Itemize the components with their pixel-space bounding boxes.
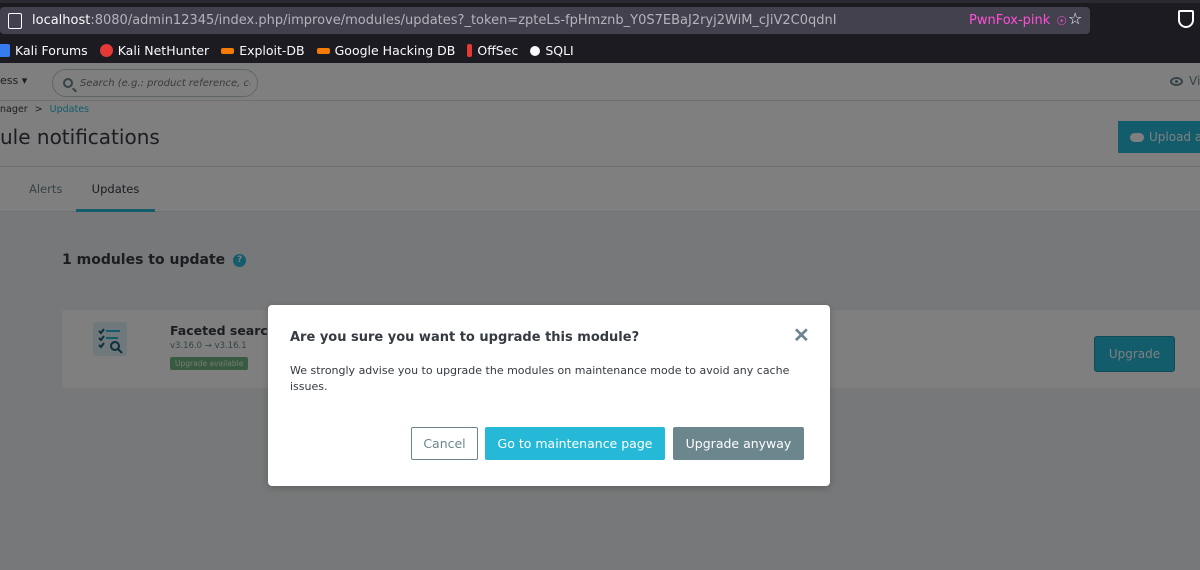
- bookmark-exploit-db[interactable]: Exploit-DB: [221, 43, 305, 58]
- bookmark-label: Exploit-DB: [239, 43, 305, 58]
- kali-nethunter-icon: [99, 44, 113, 57]
- modal-body: We strongly advise you to upgrade the mo…: [290, 364, 790, 393]
- shield-icon[interactable]: [1178, 10, 1194, 28]
- bookmark-label: Google Hacking DB: [334, 43, 456, 58]
- close-icon[interactable]: ✕: [793, 323, 810, 348]
- fingerprint-icon: ☉: [1056, 13, 1068, 28]
- container-label: PwnFox-pink: [969, 13, 1051, 28]
- kali-forums-icon: [0, 44, 10, 57]
- bookmark-offsec[interactable]: OffSec: [467, 43, 518, 58]
- upgrade-anyway-button[interactable]: Upgrade anyway: [673, 427, 804, 460]
- bookmarks-bar: Kali Forums Kali NetHunter Exploit-DB Go…: [0, 38, 1200, 63]
- bookmark-kali-forums[interactable]: Kali Forums: [0, 43, 88, 58]
- bookmark-sqli[interactable]: SQLI: [530, 43, 574, 58]
- bookmark-star-icon[interactable]: ☆: [1068, 9, 1082, 28]
- confirm-upgrade-modal: Are you sure you want to upgrade this mo…: [268, 305, 830, 486]
- container-indicator[interactable]: PwnFox-pink ☉: [969, 13, 1067, 28]
- sqli-icon: [530, 45, 541, 56]
- bookmark-label: SQLI: [545, 43, 574, 58]
- bookmark-kali-nethunter[interactable]: Kali NetHunter: [99, 43, 210, 58]
- ghdb-icon: [316, 47, 330, 54]
- browser-toolbar: localhost:8080/admin12345/index.php/impr…: [0, 0, 1200, 38]
- cancel-button[interactable]: Cancel: [411, 427, 478, 460]
- bookmark-label: OffSec: [477, 43, 519, 58]
- exploit-db-icon: [221, 47, 235, 54]
- page-icon: [8, 12, 22, 29]
- maintenance-page-button[interactable]: Go to maintenance page: [485, 427, 665, 460]
- offsec-icon: [467, 44, 473, 57]
- url-path: :8080/admin12345/index.php/improve/modul…: [90, 13, 837, 28]
- url-host: localhost: [32, 13, 91, 28]
- bookmark-label: Kali Forums: [15, 43, 88, 58]
- url-bar[interactable]: localhost:8080/admin12345/index.php/impr…: [0, 7, 1090, 34]
- bookmark-label: Kali NetHunter: [117, 43, 210, 58]
- url-text[interactable]: localhost:8080/admin12345/index.php/impr…: [32, 13, 837, 28]
- bookmark-google-hacking-db[interactable]: Google Hacking DB: [316, 43, 456, 58]
- modal-title: Are you sure you want to upgrade this mo…: [290, 330, 640, 345]
